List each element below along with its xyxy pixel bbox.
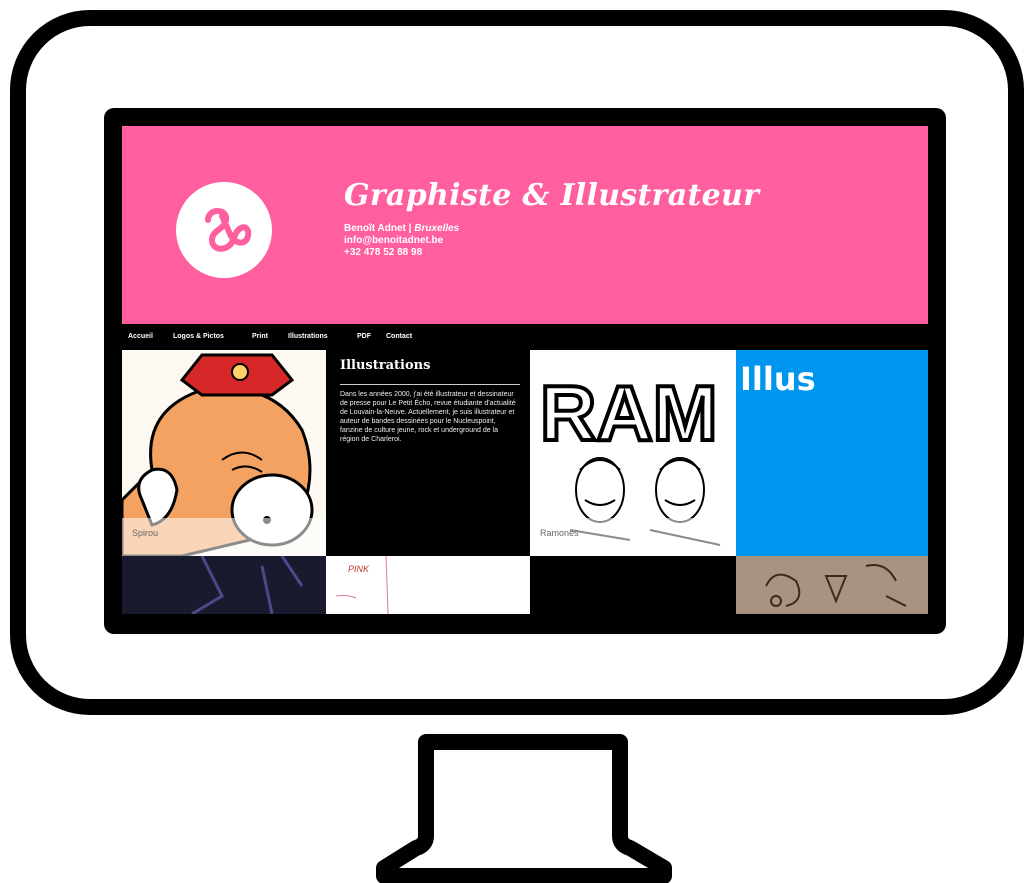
portfolio-tile-spirou[interactable]: Spirou bbox=[122, 350, 326, 556]
tile-caption-ramones: Ramones bbox=[530, 518, 736, 556]
site-contact-info: Benoît Adnet | Bruxelles info@benoitadne… bbox=[344, 223, 459, 259]
portfolio-tile-doodle[interactable] bbox=[736, 556, 928, 614]
tile-caption-ramones-text: Ramones bbox=[540, 528, 579, 538]
main-nav: Accueil Logos & Pictos Print Illustratio… bbox=[122, 324, 928, 350]
tile-caption-spirou-text: Spirou bbox=[132, 528, 159, 538]
site-logo[interactable] bbox=[176, 182, 272, 278]
author-name: Benoît Adnet bbox=[344, 223, 406, 234]
panel-body: Dans les années 2000, j'ai été illustrat… bbox=[340, 391, 516, 443]
name-line: Benoît Adnet | Bruxelles bbox=[344, 223, 459, 235]
portfolio-tile-ramones[interactable]: RAM Ramones bbox=[530, 350, 736, 556]
panel-heading: Illustrations bbox=[340, 358, 431, 373]
illustrations-category-tile[interactable]: Illus bbox=[736, 350, 928, 556]
nav-item-logos-pictos[interactable]: Logos & Pictos bbox=[173, 333, 224, 340]
portfolio-tile-dark[interactable] bbox=[122, 556, 326, 614]
nav-item-pdf[interactable]: PDF bbox=[357, 333, 371, 340]
tile-caption-spirou: Spirou bbox=[122, 518, 326, 556]
email-link[interactable]: info@benoitadnet.be bbox=[344, 235, 459, 247]
site-header: Graphiste & Illustrateur Benoît Adnet | … bbox=[122, 126, 928, 324]
name-separator: | bbox=[405, 223, 415, 234]
ampersand-logo-icon bbox=[205, 208, 252, 252]
sketch-art-text: PINK bbox=[348, 564, 370, 574]
ramones-art-text: RAM bbox=[540, 369, 718, 457]
nav-item-contact[interactable]: Contact bbox=[386, 333, 412, 340]
website-screen: Graphiste & Illustrateur Benoît Adnet | … bbox=[122, 126, 928, 614]
sketch-illustration: PINK bbox=[335, 556, 389, 614]
city: Bruxelles bbox=[414, 223, 460, 234]
panel-divider bbox=[340, 384, 520, 385]
portfolio-tile-sketch[interactable]: PINK bbox=[326, 556, 530, 614]
category-label: Illus bbox=[740, 360, 816, 398]
portfolio-tile-black[interactable] bbox=[530, 556, 736, 614]
dark-illustration bbox=[191, 556, 304, 614]
phone-number: +32 478 52 88 98 bbox=[344, 247, 423, 258]
site-title: Graphiste & Illustrateur bbox=[344, 178, 760, 213]
nav-item-print[interactable]: Print bbox=[252, 333, 268, 340]
illustrations-description-panel: Illustrations Dans les années 2000, j'ai… bbox=[326, 350, 530, 556]
nav-item-accueil[interactable]: Accueil bbox=[128, 333, 153, 340]
doodle-illustration bbox=[765, 564, 907, 607]
nav-item-illustrations[interactable]: Illustrations bbox=[288, 333, 328, 340]
